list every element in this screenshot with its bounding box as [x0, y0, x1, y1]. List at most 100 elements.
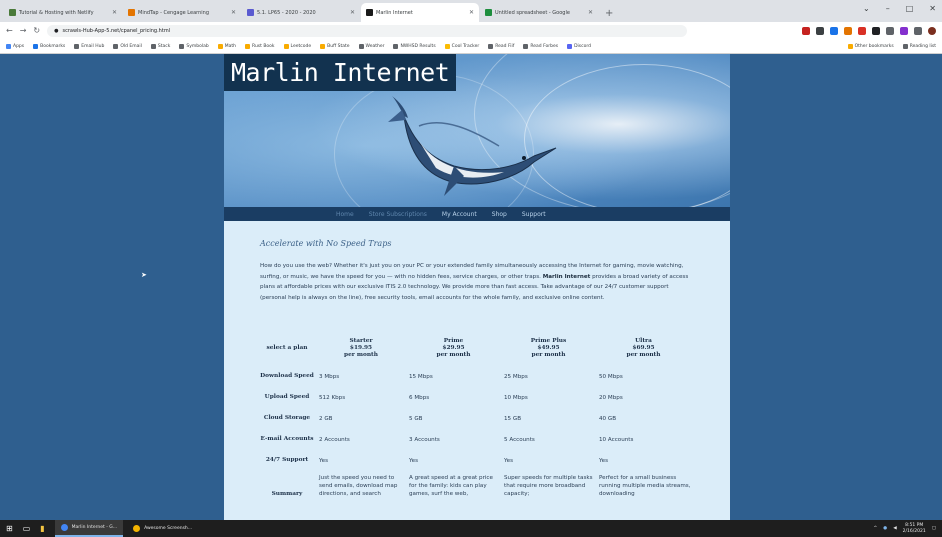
bookmark-item[interactable]: Cool Tracker	[444, 43, 479, 49]
bookmark-item[interactable]: Read Forbes	[523, 43, 558, 49]
windows-start-icon[interactable]: ⊞	[6, 524, 13, 533]
plan-header[interactable]: Ultra $69.95 per month	[596, 331, 691, 366]
browser-tab[interactable]: Tutorial & Hosting with Netlify ✕	[4, 3, 122, 22]
bookmark-label: Email Hub	[81, 43, 105, 49]
browser-tab[interactable]: MindTap - Cengage Learning ✕	[123, 3, 241, 22]
extension-icon[interactable]	[886, 26, 894, 35]
bookmark-item[interactable]: Bookmarks	[33, 43, 65, 49]
bookmark-item[interactable]: Math	[217, 43, 236, 49]
close-tab-icon[interactable]: ✕	[469, 9, 474, 16]
network-icon[interactable]: ●	[883, 526, 887, 531]
forward-icon[interactable]: →	[20, 26, 27, 35]
site-banner: Marlin Internet Home Store Subscriptions M…	[224, 54, 730, 221]
pricing-header-row: select a plan Starter $19.95 per month Pri…	[260, 331, 691, 366]
pricing-row: Cloud Storage 2 GB 5 GB 15 GB 40 GB	[260, 408, 691, 429]
extension-icon[interactable]	[900, 26, 908, 35]
plan-cell: 5 Accounts	[504, 436, 535, 443]
bookmark-item[interactable]: Buff State	[320, 43, 350, 49]
taskbar-app[interactable]: Marlin Internet - G...	[54, 520, 124, 537]
taskbar-app[interactable]: Awesome Screensh...	[127, 520, 198, 537]
extension-icon[interactable]	[802, 26, 810, 35]
new-tab-button[interactable]: +	[599, 8, 619, 22]
bookmark-favicon-icon	[245, 43, 251, 49]
plan-cell: 10 Accounts	[599, 436, 634, 443]
pricing-row: Upload Speed 512 Kbps 6 Mbps 10 Mbps 20 Mbps	[260, 387, 691, 408]
bookmark-item[interactable]: Symbolab	[179, 43, 209, 49]
plan-period: per month	[626, 352, 661, 358]
minimize-button[interactable]: –	[886, 4, 890, 13]
file-explorer-icon[interactable]: ▮	[40, 524, 44, 533]
tab-search-button[interactable]: ⌄	[863, 4, 870, 13]
close-tab-icon[interactable]: ✕	[112, 9, 117, 16]
extension-icon[interactable]	[872, 26, 880, 35]
plan-price: $29.95	[442, 345, 465, 351]
mouse-cursor-icon: ➤	[141, 271, 147, 279]
reading-list-button[interactable]: Reading list	[902, 43, 936, 49]
bookmark-favicon-icon	[444, 43, 450, 49]
close-tab-icon[interactable]: ✕	[350, 9, 355, 16]
plan-header[interactable]: Starter $19.95 per month	[316, 331, 406, 366]
bookmark-item[interactable]: Old Email	[113, 43, 142, 49]
reading-list-icon	[902, 43, 908, 49]
site-title: Marlin Internet	[224, 54, 457, 91]
browser-tab[interactable]: Marlin Internet ✕	[361, 3, 479, 22]
plan-cell: Yes	[409, 457, 419, 464]
plan-name: Prime Plus	[530, 338, 567, 344]
profile-avatar[interactable]	[928, 26, 936, 35]
nav-link[interactable]: Home	[336, 211, 354, 218]
extension-icon[interactable]	[816, 26, 824, 35]
bookmark-favicon-icon	[6, 43, 11, 49]
extension-icon[interactable]	[844, 26, 852, 35]
reload-icon[interactable]: ↻	[33, 26, 40, 35]
notifications-icon[interactable]: ▢	[932, 526, 936, 531]
nav-link[interactable]: Shop	[492, 211, 507, 218]
row-label: Download Speed	[260, 373, 314, 379]
tab-favicon-icon	[485, 9, 492, 16]
back-icon[interactable]: ←	[6, 26, 13, 35]
intro-paragraph: How do you use the web? Whether it's jus…	[260, 261, 696, 303]
plan-cell: 5 GB	[409, 415, 423, 422]
close-tab-icon[interactable]: ✕	[231, 9, 236, 16]
plan-header[interactable]: Prime $29.95 per month	[406, 331, 501, 366]
address-bar[interactable]: ● scrawls-Hub-App-5.net/cpanel_pricing.h…	[47, 24, 688, 37]
tab-title: MindTap - Cengage Learning	[138, 9, 210, 16]
pricing-row: 24/7 Support Yes Yes Yes Yes	[260, 450, 691, 471]
browser-tab[interactable]: Untitled spreadsheet - Google ✕	[480, 3, 598, 22]
window-controls: ⌄ – □ ✕	[863, 4, 936, 13]
bookmark-item[interactable]: Rust Book	[245, 43, 275, 49]
volume-icon[interactable]: ◀	[893, 526, 896, 531]
bookmark-list: Apps Bookmarks Email Hub Old Email Stack Symb…	[6, 43, 591, 49]
bookmark-item[interactable]: Read Fiif	[488, 43, 514, 49]
browser-tab[interactable]: 5.1. LP65 - 2020 - 2020 ✕	[242, 3, 360, 22]
extension-icon[interactable]	[858, 26, 866, 35]
bookmark-label: NWHSD Results	[400, 43, 436, 49]
extension-icon[interactable]	[914, 26, 922, 35]
nav-link[interactable]: Store Subscriptions	[369, 211, 427, 218]
bookmark-label: Stack	[157, 43, 171, 49]
nav-link[interactable]: My Account	[442, 211, 477, 218]
task-view-icon[interactable]: ▭	[23, 524, 31, 533]
bookmark-item[interactable]: Apps	[6, 43, 24, 49]
extension-icon[interactable]	[830, 26, 838, 35]
clock[interactable]: 8:51 PM 2/16/2021	[903, 523, 926, 535]
bookmark-item[interactable]: Leetcode	[283, 43, 311, 49]
plan-header[interactable]: Prime Plus $49.95 per month	[501, 331, 596, 366]
maximize-button[interactable]: □	[906, 4, 914, 13]
plan-cell: 3 Accounts	[409, 436, 440, 443]
show-hidden-icons[interactable]: ^	[873, 526, 877, 531]
plan-cell: 10 Mbps	[504, 394, 528, 401]
bookmark-favicon-icon	[74, 43, 80, 49]
bookmark-item[interactable]: NWHSD Results	[393, 43, 436, 49]
close-window-button[interactable]: ✕	[929, 4, 936, 13]
pricing-rows: Download Speed 3 Mbps 15 Mbps 25 Mbps 50 Mbp…	[260, 366, 691, 471]
bookmark-item[interactable]: Stack	[150, 43, 171, 49]
close-tab-icon[interactable]: ✕	[588, 9, 593, 16]
bookmark-item[interactable]: Weather	[358, 43, 384, 49]
plan-period: per month	[531, 352, 566, 358]
lock-icon: ●	[54, 27, 59, 34]
bookmark-item[interactable]: Email Hub	[74, 43, 105, 49]
bookmark-item[interactable]: Discord	[567, 43, 591, 49]
plan-name: Prime	[443, 338, 464, 344]
nav-link[interactable]: Support	[522, 211, 546, 218]
other-bookmarks-folder[interactable]: Other bookmarks	[847, 43, 894, 49]
